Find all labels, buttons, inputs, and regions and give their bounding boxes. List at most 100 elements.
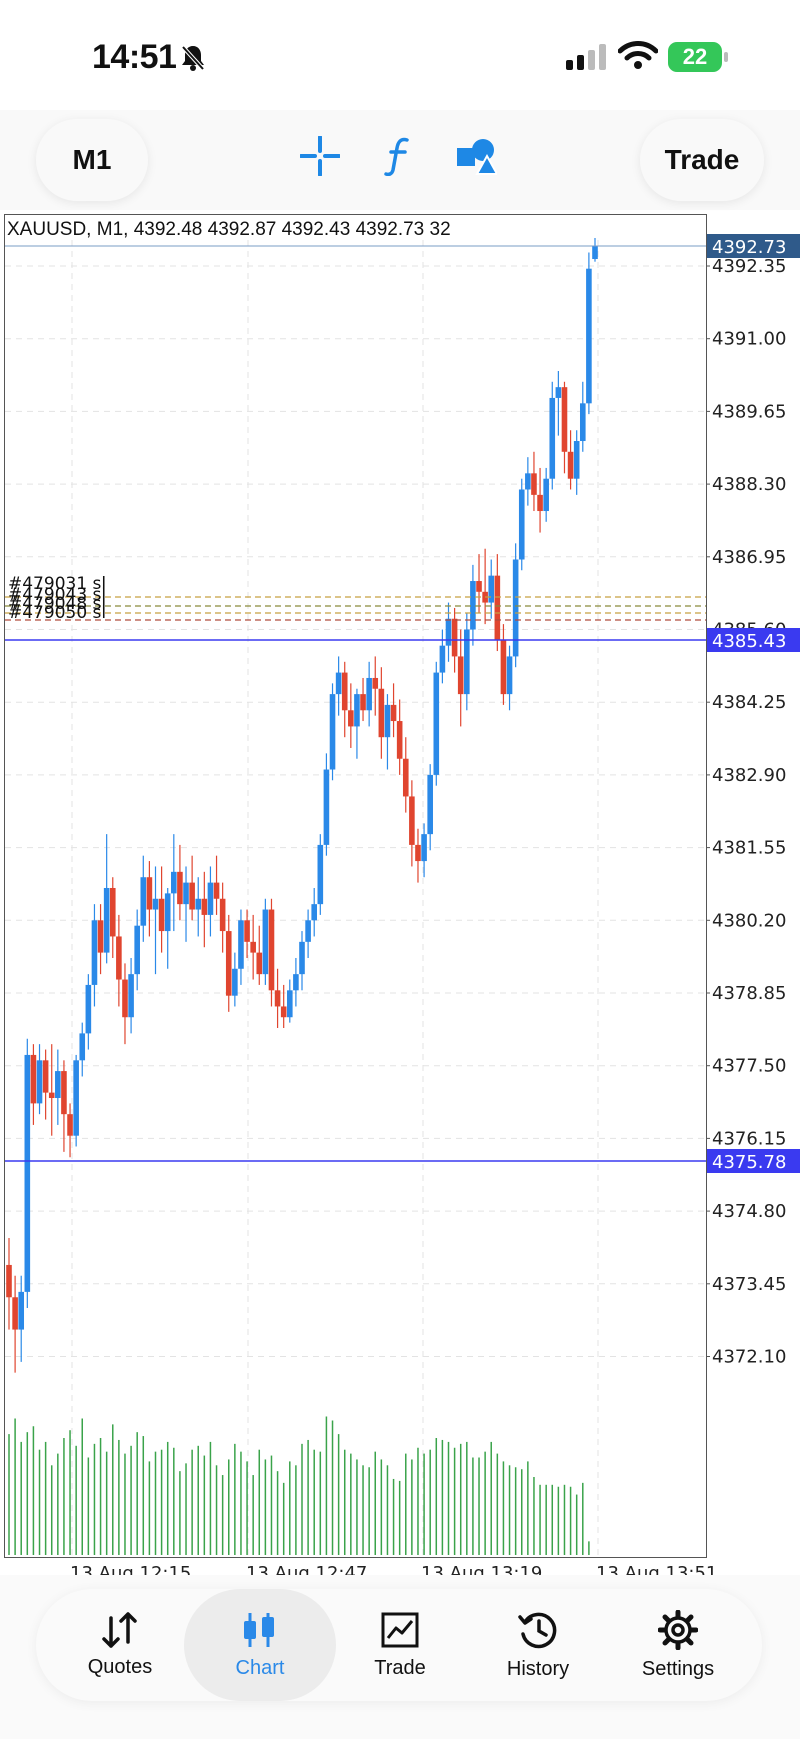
candle-body — [549, 397, 556, 479]
time-axis-label: 13 Aug 13:19 — [421, 1563, 542, 1575]
candle-body — [195, 898, 202, 910]
price-axis-label: 4391.00 — [712, 329, 786, 350]
price-axis-label: 4388.30 — [712, 474, 786, 495]
history-clock-icon — [518, 1612, 557, 1648]
nav-quotes[interactable]: Quotes — [50, 1589, 190, 1701]
candle-body — [354, 694, 360, 727]
candle-body — [427, 774, 433, 835]
candle-body — [164, 893, 171, 932]
nav-history[interactable]: History — [468, 1589, 608, 1701]
horizontal-line-2-tag-text: 4375.78 — [712, 1152, 786, 1173]
trade-chart-icon — [381, 1612, 419, 1647]
candle-body — [244, 920, 250, 942]
candle-body — [457, 656, 464, 695]
candle-body — [171, 871, 177, 894]
candle-body — [232, 968, 238, 996]
candle-body — [409, 796, 415, 845]
candle-body — [579, 403, 586, 442]
candle-body — [293, 974, 299, 991]
candle-body — [512, 559, 519, 657]
candle-body — [177, 871, 183, 905]
candle-body — [12, 1297, 18, 1330]
candle-body — [79, 1033, 86, 1061]
candle-body — [91, 920, 98, 985]
price-axis-label: 4372.10 — [712, 1347, 786, 1368]
candle-body — [476, 581, 482, 592]
candle-body — [122, 979, 128, 1018]
candle-body — [470, 581, 476, 630]
candle-body — [561, 387, 568, 452]
candle-body — [97, 920, 104, 953]
price-axis-label: 4381.55 — [712, 838, 786, 859]
price-axis-label: 4378.85 — [712, 983, 786, 1004]
candle-body — [85, 984, 92, 1034]
nav-chart-label: Chart — [235, 1656, 285, 1679]
candle-body — [48, 1092, 55, 1099]
candlestick-icon — [244, 1612, 274, 1647]
candle-body — [525, 473, 531, 490]
gear-icon — [658, 1609, 698, 1650]
candle-body — [341, 672, 348, 711]
candle-body — [488, 575, 495, 603]
candle-body — [518, 489, 525, 560]
price-axis-label: 4376.15 — [712, 1128, 786, 1149]
candle-body — [225, 931, 232, 996]
candle-body — [250, 941, 256, 953]
candle-body — [24, 1054, 31, 1292]
candle-body — [152, 898, 159, 910]
candle-body — [18, 1291, 25, 1330]
candle-body — [506, 656, 513, 695]
candle-body — [256, 952, 263, 975]
price-axis-label: 4382.90 — [712, 765, 786, 786]
candle-body — [464, 629, 470, 695]
candle-body — [268, 909, 275, 991]
candle-body — [140, 877, 147, 926]
candle-body — [158, 898, 165, 932]
candle-body — [299, 941, 305, 975]
price-axis-label: 4377.50 — [712, 1056, 786, 1077]
candle-body — [317, 844, 324, 905]
candle-body — [201, 898, 208, 915]
candle-body — [402, 758, 409, 797]
candle-body — [213, 882, 220, 899]
candle-body — [537, 494, 543, 512]
nav-settings[interactable]: Settings — [608, 1589, 748, 1701]
candle-body — [500, 640, 507, 695]
price-axis-label: 4386.95 — [712, 547, 786, 568]
candle-body — [274, 990, 281, 1007]
candle-body — [451, 618, 458, 657]
candle-body — [323, 769, 330, 845]
time-axis-label: 13 Aug 12:15 — [70, 1563, 191, 1575]
candle-body — [128, 974, 134, 1018]
candle-body — [67, 1114, 73, 1136]
candle-body — [55, 1071, 61, 1099]
candle-body — [573, 441, 580, 479]
candle-body — [335, 672, 342, 695]
price-axis-label: 4380.20 — [712, 910, 786, 931]
candle-body — [378, 688, 385, 738]
candle-body — [116, 936, 122, 980]
candle-body — [42, 1060, 49, 1093]
candle-body — [109, 887, 116, 937]
price-axis-label: 4374.80 — [712, 1201, 786, 1222]
candle-body — [348, 710, 354, 727]
candle-body — [134, 925, 140, 975]
candle-body — [586, 268, 592, 404]
nav-trade[interactable]: Trade — [330, 1589, 470, 1701]
candle-body — [360, 694, 366, 711]
nav-chart[interactable]: Chart — [184, 1589, 336, 1701]
quotes-arrows-icon — [102, 1611, 137, 1648]
candle-body — [329, 694, 336, 770]
time-axis-label: 13 Aug 13:51 — [596, 1563, 717, 1575]
candle-body — [439, 645, 446, 673]
current-price-tag-text: 4392.73 — [712, 237, 786, 258]
nav-settings-label: Settings — [641, 1657, 715, 1680]
candle-body — [219, 898, 226, 932]
candle-body — [36, 1060, 43, 1104]
price-axis-label: 4392.35 — [712, 256, 786, 277]
candle-body — [146, 877, 153, 910]
candle-body — [445, 618, 452, 646]
candle-body — [555, 387, 562, 398]
candle-body — [238, 920, 244, 969]
candle-body — [567, 451, 574, 479]
